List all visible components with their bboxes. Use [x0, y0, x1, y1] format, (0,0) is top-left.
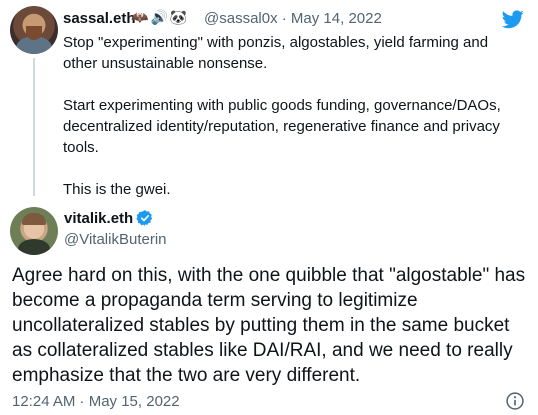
author-name[interactable]: vitalik.eth [64, 210, 133, 227]
avatar-beard [26, 26, 42, 40]
twitter-bird-icon[interactable] [500, 8, 526, 30]
verified-badge-icon [136, 210, 153, 226]
thread-connector-line [33, 58, 35, 196]
bat-emoji-icon: 🦇 [131, 9, 149, 25]
tweet-timestamp[interactable]: 12:24 AM · May 15, 2022 [12, 393, 180, 410]
quoted-author-name[interactable]: sassal.eth [63, 10, 136, 27]
name-emoji-row: 🦇 🔊 🐼 [131, 8, 187, 26]
avatar-shirt [18, 239, 50, 255]
panda-emoji-icon: 🐼 [169, 9, 188, 25]
quoted-paragraph: Start experimenting with public goods fu… [63, 97, 501, 156]
avatar-hair [22, 213, 46, 225]
author-handle[interactable]: @VitalikButerin [64, 231, 167, 248]
quoted-handle-date[interactable]: @sassal0x · May 14, 2022 [204, 10, 382, 27]
vitalik-avatar[interactable] [10, 207, 58, 255]
quoted-paragraph: This is the gwei. [63, 181, 171, 198]
sassal-avatar[interactable] [10, 6, 58, 54]
speaker-emoji-icon: 🔊 [150, 9, 168, 25]
quoted-tweet-body: Stop "experimenting" with ponzis, algost… [63, 32, 503, 200]
quoted-paragraph: Stop "experimenting" with ponzis, algost… [63, 34, 489, 72]
tweet-text: Agree hard on this, with the one quibble… [12, 265, 526, 386]
info-icon[interactable] [505, 391, 525, 411]
